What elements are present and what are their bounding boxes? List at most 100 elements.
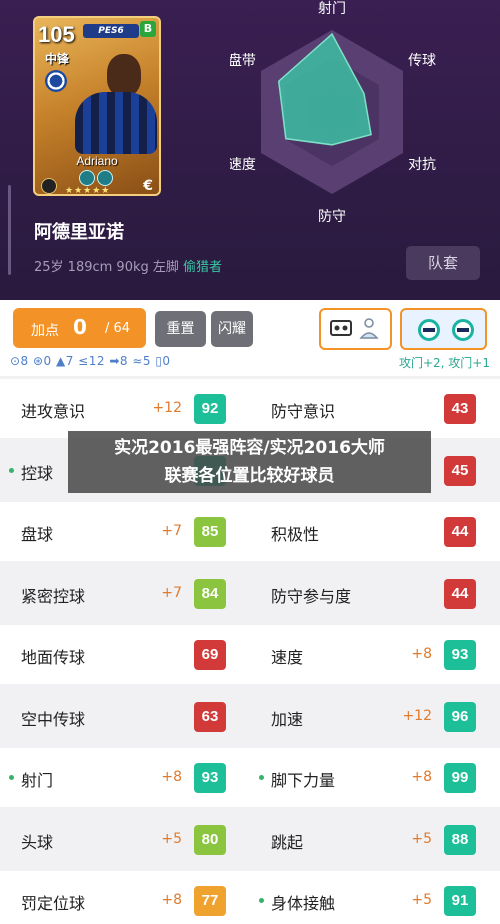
shine-button[interactable]: 闪耀 <box>211 311 253 347</box>
stat-value-badge: 77 <box>194 886 226 916</box>
stat-bonus: +7 <box>161 584 182 601</box>
stat-item[interactable]: 射门 +8 93 <box>0 748 250 807</box>
stat-name: 防守意识 <box>271 402 336 421</box>
caption-line-1: 实况2016最强阵容/实况2016大师 <box>114 438 385 458</box>
stat-name: 地面传球 <box>21 648 86 667</box>
add-points-current: 0 <box>73 315 87 339</box>
add-points-label: 加点 <box>31 323 59 339</box>
playstyle-dot-icon <box>9 467 14 473</box>
stat-item[interactable]: 身体接触 +5 91 <box>250 871 500 924</box>
team-badge-icon <box>41 178 57 194</box>
playstyle-dot-icon <box>259 898 264 903</box>
add-points-button[interactable]: 加点 0 / 64 <box>13 308 146 348</box>
stat-name: 身体接触 <box>271 894 336 913</box>
caption-overlay: 实况2016最强阵容/实况2016大师 联赛各位置比较好球员 <box>68 431 431 493</box>
stat-name: 罚定位球 <box>21 894 86 913</box>
stat-value-badge: 93 <box>194 763 226 793</box>
stat-bonus: +12 <box>402 707 432 724</box>
card-player-name: Adriano <box>76 154 118 168</box>
card-rating: 105 <box>38 22 75 47</box>
stat-item[interactable]: 地面传球 69 <box>0 625 250 684</box>
player-name: 阿德里亚诺 <box>34 222 124 243</box>
radar-axis-label: 传球 <box>408 53 436 69</box>
stat-value-badge: 44 <box>444 578 476 609</box>
coach-icon <box>364 318 374 328</box>
caption-line-2: 联赛各位置比较好球员 <box>164 466 335 486</box>
stat-item[interactable]: 脚下力量 +8 99 <box>250 748 500 807</box>
stat-row: 进攻意识 +12 92 防守意识 43 <box>0 379 500 438</box>
stat-value-badge: 44 <box>444 517 476 547</box>
stat-item[interactable]: 紧密控球 +7 84 <box>0 564 250 623</box>
stat-item[interactable]: 防守参与度 44 <box>250 564 500 623</box>
kit-button[interactable]: 队套 <box>406 246 480 280</box>
stat-name: 积极性 <box>271 525 320 544</box>
radar-axis-label: 对抗 <box>408 157 436 173</box>
stat-name: 进攻意识 <box>21 402 86 421</box>
skill-icons <box>330 318 379 339</box>
stat-name: 跳起 <box>271 832 304 852</box>
stat-name: 射门 <box>21 771 54 790</box>
stat-value-badge: 91 <box>444 886 476 916</box>
stat-value-badge: 99 <box>444 763 476 793</box>
player-portrait-head <box>107 54 141 96</box>
attribute-radar-chart: 射门传球对抗防守 速度 盘带 <box>230 1 436 225</box>
stat-name: 脚下力量 <box>271 771 336 790</box>
stat-bonus: +5 <box>411 830 432 847</box>
special-ability-box[interactable] <box>400 308 487 350</box>
pes-logo: PES6 <box>83 24 139 38</box>
skill-badge-icon <box>79 170 95 186</box>
radar-axis-label: 射门 <box>318 1 346 17</box>
stat-name: 紧密控球 <box>21 586 86 606</box>
club-crest-icon <box>45 70 67 92</box>
playstyle-dot-icon <box>9 775 14 780</box>
stat-item[interactable]: 积极性 44 <box>250 502 500 561</box>
stat-name: 速度 <box>271 648 304 667</box>
reset-button[interactable]: 重置 <box>155 311 206 347</box>
card-skill-badges <box>79 170 113 186</box>
stat-row: 射门 +8 93 脚下力量 +8 99 <box>0 748 500 807</box>
stat-bonus: +12 <box>152 400 182 416</box>
player-info: 25岁 189cm 90kg 左脚 偷猎者 <box>34 256 222 275</box>
stat-row: 头球 +5 80 跳起 +5 88 <box>0 810 500 869</box>
card-tier-badge: B <box>140 21 156 37</box>
stat-row: 地面传球 69 速度 +8 93 <box>0 625 500 684</box>
euro-icon: € <box>143 178 153 194</box>
stat-summary-line: ⊙8 ⊛0 ▲7 ≤12 ➡8 ≈5 ▯0 <box>10 354 171 368</box>
ability-ring-icon <box>418 319 440 341</box>
radar-axis-label: 速度 <box>230 157 256 173</box>
skill-card-icon <box>330 320 352 336</box>
stat-item[interactable]: 加速 +12 96 <box>250 687 500 746</box>
stat-item[interactable]: 跳起 +5 88 <box>250 810 500 869</box>
radar-axis-label: 防守 <box>318 209 346 225</box>
stat-item[interactable]: 头球 +5 80 <box>0 810 250 869</box>
add-points-total: / 64 <box>105 321 131 336</box>
stat-value-badge: 88 <box>444 824 476 855</box>
stat-item[interactable]: 罚定位球 +8 77 <box>0 871 250 924</box>
stat-item[interactable]: 速度 +8 93 <box>250 625 500 684</box>
attack-bonus-line: 攻门+2, 攻门+1 <box>398 356 490 370</box>
stat-value-badge: 63 <box>194 701 226 732</box>
stat-item[interactable]: 空中传球 63 <box>0 687 250 746</box>
stat-bonus: +5 <box>411 892 432 908</box>
card-position: 中锋 <box>45 52 70 66</box>
player-physical: 25岁 189cm 90kg 左脚 <box>34 260 179 275</box>
player-card[interactable]: 105 PES6 B 中锋 Adriano ★★★★★ € <box>33 16 161 196</box>
player-portrait-kit <box>75 92 157 154</box>
stat-name: 防守参与度 <box>271 586 352 606</box>
stat-bonus: +5 <box>161 830 182 847</box>
stat-value-badge: 84 <box>194 578 226 609</box>
stat-value-badge: 93 <box>444 640 476 670</box>
scroll-indicator <box>8 185 11 275</box>
stat-item[interactable]: 进攻意识 +12 92 <box>0 379 250 438</box>
skill-card-box[interactable] <box>319 308 392 350</box>
stat-item[interactable]: 防守意识 43 <box>250 379 500 438</box>
player-role: 偷猎者 <box>183 260 223 275</box>
stat-value-badge: 92 <box>194 394 226 424</box>
stat-value-badge: 96 <box>444 701 476 732</box>
player-header: 105 PES6 B 中锋 Adriano ★★★★★ € 射门传球对抗防守 速度… <box>0 0 500 300</box>
stat-name: 控球 <box>21 463 54 483</box>
stat-row: 罚定位球 +8 77 身体接触 +5 91 <box>0 871 500 924</box>
stat-item[interactable]: 盘球 +7 85 <box>0 502 250 561</box>
stat-name: 空中传球 <box>21 709 86 729</box>
stat-bonus: +8 <box>411 646 432 662</box>
